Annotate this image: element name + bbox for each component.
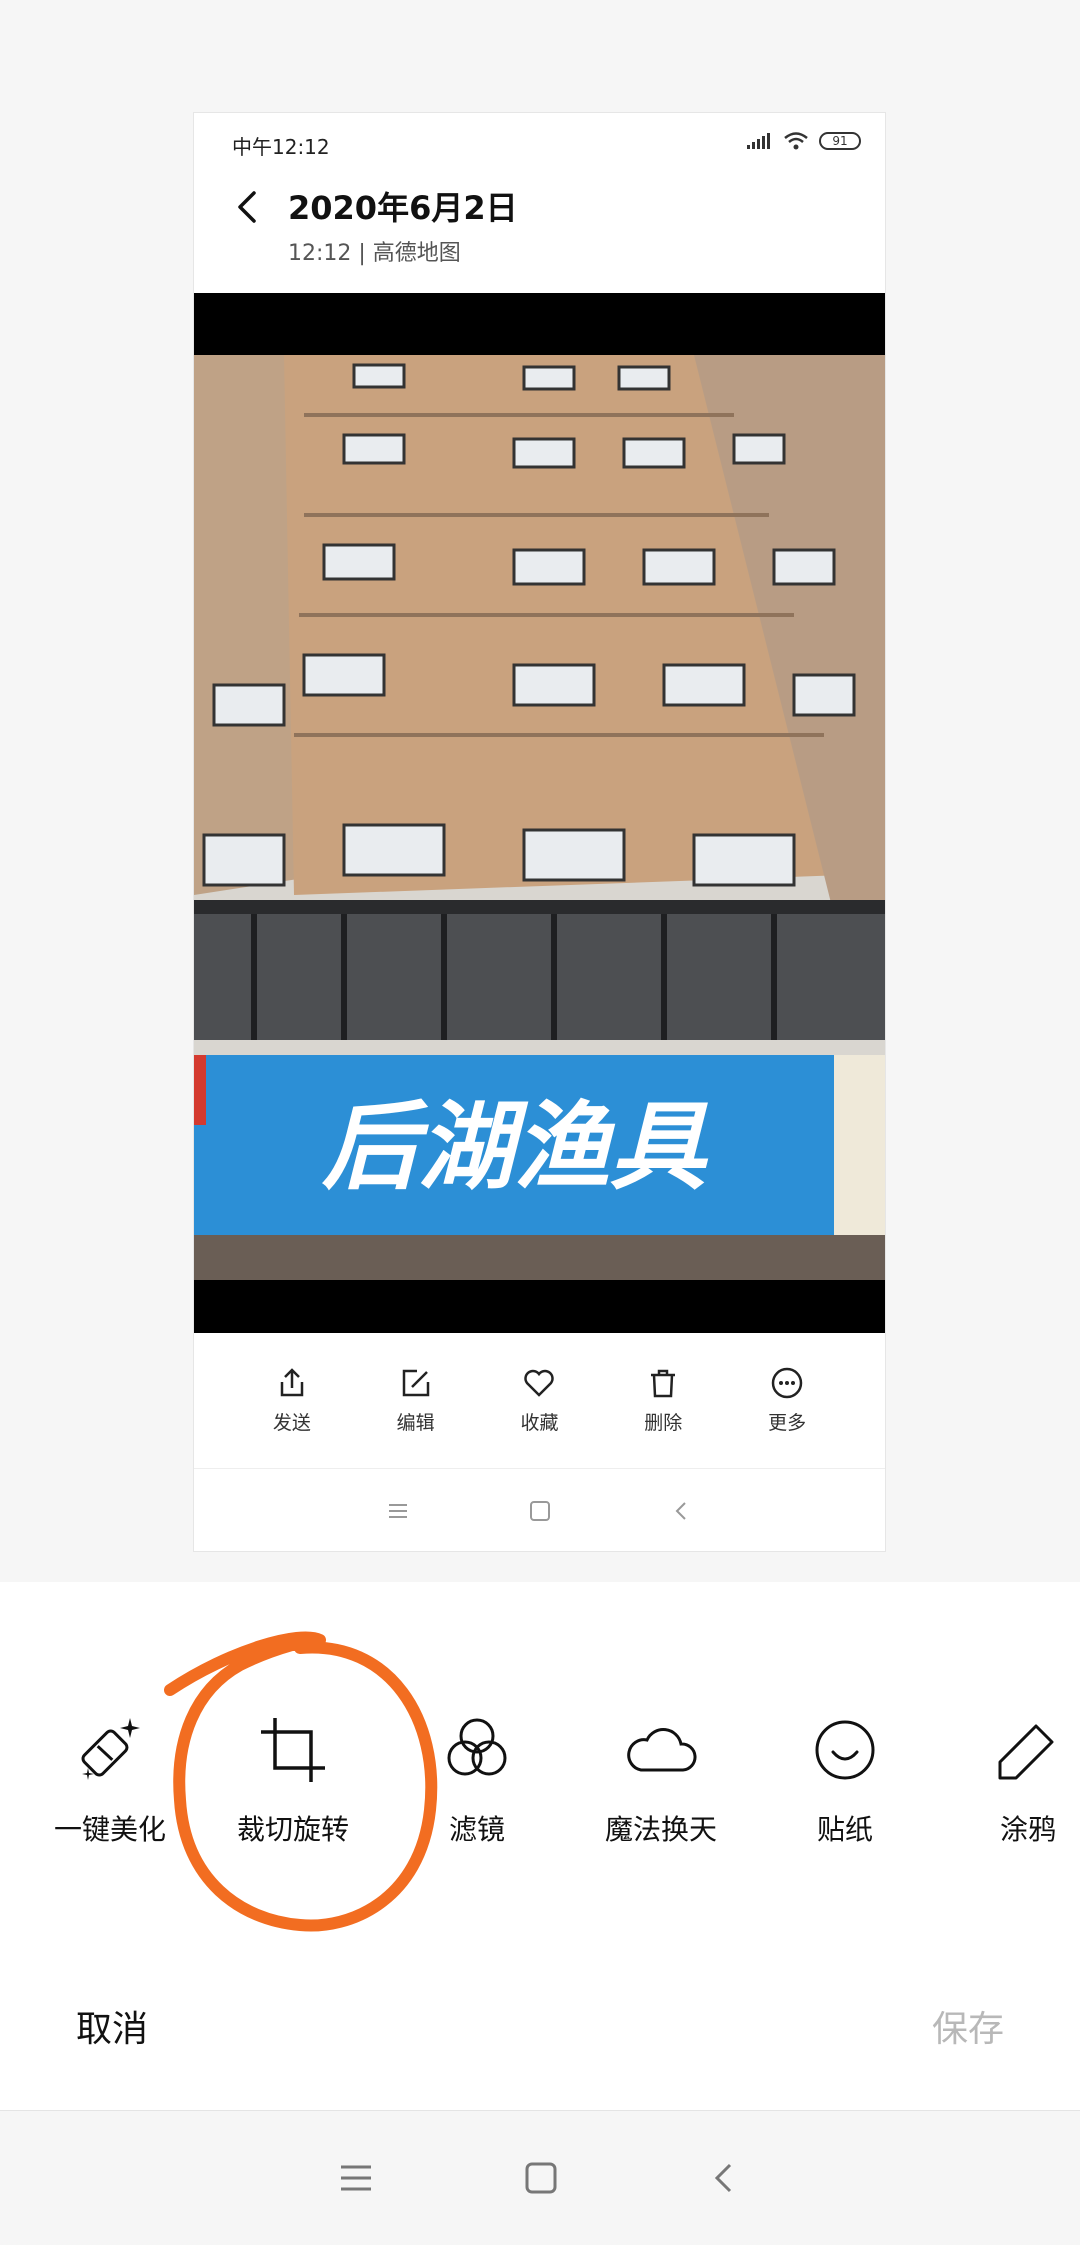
inner-delete-label: 删除: [644, 1412, 683, 1434]
tool-stickers-label: 贴纸: [816, 1813, 873, 1846]
tool-auto-beautify-label: 一键美化: [53, 1813, 166, 1846]
inner-nav-bar: [194, 1468, 885, 1552]
signal-icon: [747, 133, 770, 149]
trash-icon: [651, 1369, 676, 1398]
editor-tool-strip: 一键美化 裁切旋转 滤镜 魔法换天 贴纸 涂鸦: [0, 1710, 1080, 1870]
magic-eraser-icon: [81, 1718, 140, 1780]
tool-stickers[interactable]: 贴纸: [755, 1710, 935, 1848]
heart-icon: [524, 1369, 555, 1397]
back-chevron-icon: [675, 1501, 686, 1520]
inner-status-icons: 91: [747, 131, 861, 151]
inner-more-button[interactable]: 更多: [742, 1366, 832, 1435]
tool-filter-label: 滤镜: [448, 1813, 505, 1846]
menu-icon: [388, 1503, 407, 1518]
tool-magic-sky[interactable]: 魔法换天: [571, 1710, 751, 1848]
photo-viewer[interactable]: 后湖渔具: [194, 293, 885, 1333]
recent-apps-icon[interactable]: [338, 2163, 374, 2193]
store-sign-text: 后湖渔具: [322, 1090, 709, 1203]
tool-filter[interactable]: 滤镜: [387, 1710, 567, 1848]
pen-icon: [998, 1724, 1054, 1780]
inner-status-time: 中午12:12: [232, 135, 330, 159]
tool-doodle[interactable]: 涂鸦: [938, 1710, 1080, 1848]
photo-preview-card: 中午12:12 91 2020年6月2日 12:12 | 高德地图 后湖渔具 发…: [193, 112, 886, 1552]
wifi-icon: [784, 132, 808, 150]
inner-favorite-label: 收藏: [520, 1412, 559, 1434]
crop-icon: [261, 1718, 325, 1782]
inner-action-bar: 发送 编辑 收藏 删除 更多: [194, 1333, 885, 1468]
cloud-icon: [627, 1728, 697, 1772]
smiley-icon: [815, 1720, 875, 1780]
system-nav-bar: [0, 2110, 1080, 2245]
photo-date-title: 2020年6月2日: [288, 189, 518, 227]
save-button[interactable]: 保存: [932, 2000, 1004, 2052]
tool-crop-rotate[interactable]: 裁切旋转: [203, 1710, 383, 1848]
more-icon: [771, 1367, 803, 1399]
battery-indicator: 91: [819, 132, 861, 150]
inner-send-label: 发送: [272, 1412, 311, 1434]
inner-send-button[interactable]: 发送: [247, 1366, 337, 1435]
building-photo: 后湖渔具: [194, 355, 885, 1280]
share-icon: [280, 1368, 304, 1397]
inner-edit-label: 编辑: [396, 1412, 435, 1434]
back-arrow-icon[interactable]: [230, 185, 266, 229]
inner-edit-button[interactable]: 编辑: [371, 1366, 461, 1435]
home-square-icon: [529, 1500, 550, 1521]
filter-circles-icon: [447, 1718, 507, 1776]
tool-magic-sky-label: 魔法换天: [604, 1813, 717, 1846]
inner-delete-button[interactable]: 删除: [618, 1366, 708, 1435]
tool-crop-rotate-label: 裁切旋转: [236, 1813, 349, 1846]
inner-favorite-button[interactable]: 收藏: [494, 1366, 584, 1435]
edit-icon: [402, 1369, 429, 1397]
inner-more-label: 更多: [768, 1412, 807, 1434]
photo-subtitle: 12:12 | 高德地图: [288, 241, 461, 266]
back-icon[interactable]: [708, 2161, 742, 2195]
cancel-button[interactable]: 取消: [76, 2000, 148, 2052]
tool-doodle-label: 涂鸦: [999, 1813, 1056, 1846]
tool-auto-beautify[interactable]: 一键美化: [20, 1710, 200, 1848]
home-icon[interactable]: [524, 2161, 558, 2195]
